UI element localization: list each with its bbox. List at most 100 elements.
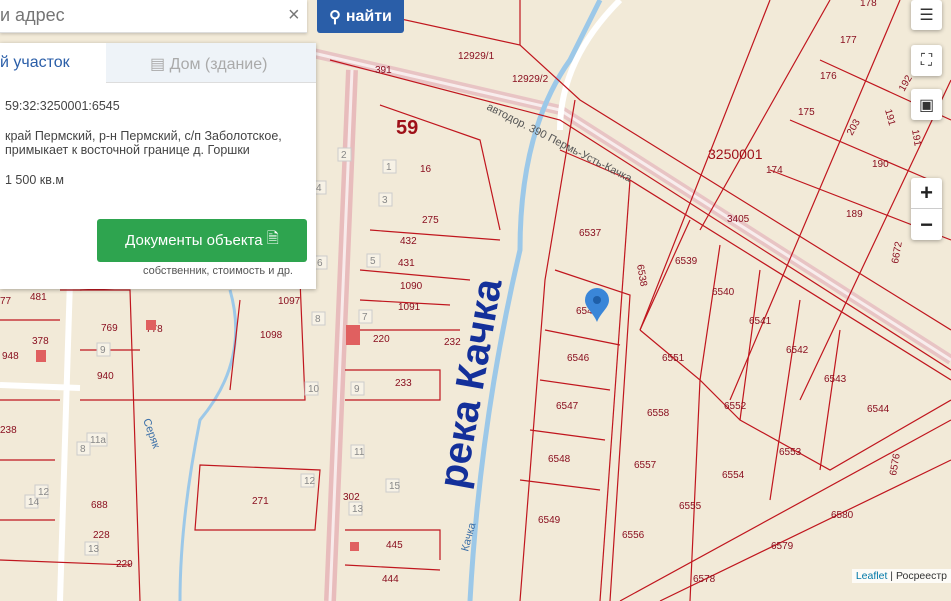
house-number: 10 xyxy=(308,384,320,395)
building xyxy=(146,320,156,330)
house-number: 9 xyxy=(100,345,106,356)
house-number: 14 xyxy=(28,497,40,508)
documents-button-label: Документы объекта xyxy=(125,232,263,249)
building xyxy=(350,542,359,551)
parcel-label: 432 xyxy=(400,236,417,247)
parcel-label: 6543 xyxy=(824,374,847,385)
zoom-out-button[interactable]: − xyxy=(911,209,942,240)
parcel-label: 3405 xyxy=(727,214,750,225)
parcel-label: 12929/2 xyxy=(512,74,549,85)
house-number: 4 xyxy=(316,183,322,194)
parcel-label: 6553 xyxy=(779,447,802,458)
parcel-label: 1091 xyxy=(398,302,421,313)
search-icon: ⚲ xyxy=(329,8,341,26)
attribution: Leaflet | Росреестр xyxy=(851,569,951,583)
parcel-label: 177 xyxy=(840,35,857,46)
cadastral-number: 59:32:3250001:6545 xyxy=(5,99,120,113)
parcel-label: 220 xyxy=(373,334,390,345)
building xyxy=(36,350,46,362)
house-number: 11 xyxy=(354,447,365,458)
parcel-label: 769 xyxy=(101,323,118,334)
parcel-label: 1098 xyxy=(260,330,283,341)
parcel-label: 6548 xyxy=(548,454,571,465)
parcel-label: 275 xyxy=(422,215,439,226)
zoom-in-button[interactable]: + xyxy=(911,178,942,209)
house-number: 8 xyxy=(315,314,321,325)
parcel-label: 178 xyxy=(860,0,877,9)
house-number: 15 xyxy=(389,481,401,492)
fullscreen-button[interactable]: ⛶ xyxy=(911,45,942,76)
house-number: 3 xyxy=(382,195,388,206)
parcel-label: 77 xyxy=(0,296,12,307)
documents-button[interactable]: Документы объекта 🗎 xyxy=(97,219,307,262)
quarter-label: 3250001 xyxy=(708,146,763,162)
house-number: 13 xyxy=(88,544,100,555)
parcel-label: 6537 xyxy=(579,228,602,239)
documents-note: собственник, стоимость и др. xyxy=(143,265,293,277)
building xyxy=(346,325,360,345)
parcel-label: 271 xyxy=(252,496,269,507)
parcel-label: 6556 xyxy=(622,530,645,541)
parcel-label: 6549 xyxy=(538,515,561,526)
parcel-label: 940 xyxy=(97,371,114,382)
parcel-label: 481 xyxy=(30,292,47,303)
house-number: 9 xyxy=(354,384,360,395)
object-info-panel: й участок ▤ Дом (здание) 59:32:3250001:6… xyxy=(0,43,316,289)
clear-icon[interactable]: × xyxy=(288,4,300,27)
parcel-label: 6578 xyxy=(693,574,716,585)
parcel-label: 6555 xyxy=(679,501,702,512)
parcel-label: 445 xyxy=(386,540,403,551)
house-number: 8 xyxy=(80,444,86,455)
parcel-label: 16 xyxy=(420,164,432,175)
parcel-label: 238 xyxy=(0,425,17,436)
parcel-label: 444 xyxy=(382,574,399,585)
parcel-label: 175 xyxy=(798,107,815,118)
search-bar: × xyxy=(0,0,307,33)
parcel-label: 189 xyxy=(846,209,863,220)
house-number: 5 xyxy=(370,256,376,267)
zoom-control: + − xyxy=(911,178,942,240)
parcel-label: 948 xyxy=(2,351,19,362)
parcel-label: 6541 xyxy=(749,316,772,327)
house-number: 6 xyxy=(317,258,323,269)
layers-button[interactable]: ☰ xyxy=(911,0,942,30)
parcel-label: 6579 xyxy=(771,541,794,552)
leaflet-link[interactable]: Leaflet xyxy=(856,570,888,582)
fullscreen-icon: ⛶ xyxy=(920,51,933,69)
parcel-label: 6539 xyxy=(675,256,698,267)
parcel-label: 431 xyxy=(398,258,415,269)
parcel-label: 6552 xyxy=(724,401,747,412)
measure-button[interactable]: ▣ xyxy=(911,89,942,120)
house-number: 12 xyxy=(38,487,50,498)
parcel-label: 1097 xyxy=(278,296,301,307)
tab-building[interactable]: ▤ Дом (здание) xyxy=(106,43,316,83)
parcel-label: 6554 xyxy=(722,470,745,481)
parcel-label: 6544 xyxy=(867,404,890,415)
parcel-label: 176 xyxy=(820,71,837,82)
tab-parcel[interactable]: й участок xyxy=(0,43,106,83)
address-line-2: примыкает к восточной границе д. Горшки xyxy=(5,143,250,157)
parcel-label: 233 xyxy=(395,378,412,389)
house-number: 13 xyxy=(352,504,364,515)
parcel-label: 378 xyxy=(32,336,49,347)
search-button[interactable]: ⚲ найти xyxy=(317,0,404,33)
parcel-label: 6551 xyxy=(662,353,685,364)
district-label: 59 xyxy=(396,117,418,139)
attribution-source: Росреестр xyxy=(895,570,947,582)
search-input[interactable] xyxy=(0,0,270,30)
tab-building-label: Дом (здание) xyxy=(169,56,268,73)
parcel-label: 174 xyxy=(766,165,783,176)
parcel-label: 1090 xyxy=(400,281,423,292)
parcel-label: 6558 xyxy=(647,408,670,419)
house-number: 11а xyxy=(90,435,106,446)
document-icon: 🗎 xyxy=(266,230,279,247)
parcel-label: 229 xyxy=(116,559,133,570)
ruler-icon: ▣ xyxy=(918,96,935,114)
house-number: 2 xyxy=(341,150,347,161)
parcel-label: 688 xyxy=(91,500,108,511)
parcel-label: 391 xyxy=(375,65,392,76)
parcel-label: 6580 xyxy=(831,510,854,521)
parcel-label: 228 xyxy=(93,530,110,541)
parcel-label: 6557 xyxy=(634,460,657,471)
area: 1 500 кв.м xyxy=(5,173,64,187)
